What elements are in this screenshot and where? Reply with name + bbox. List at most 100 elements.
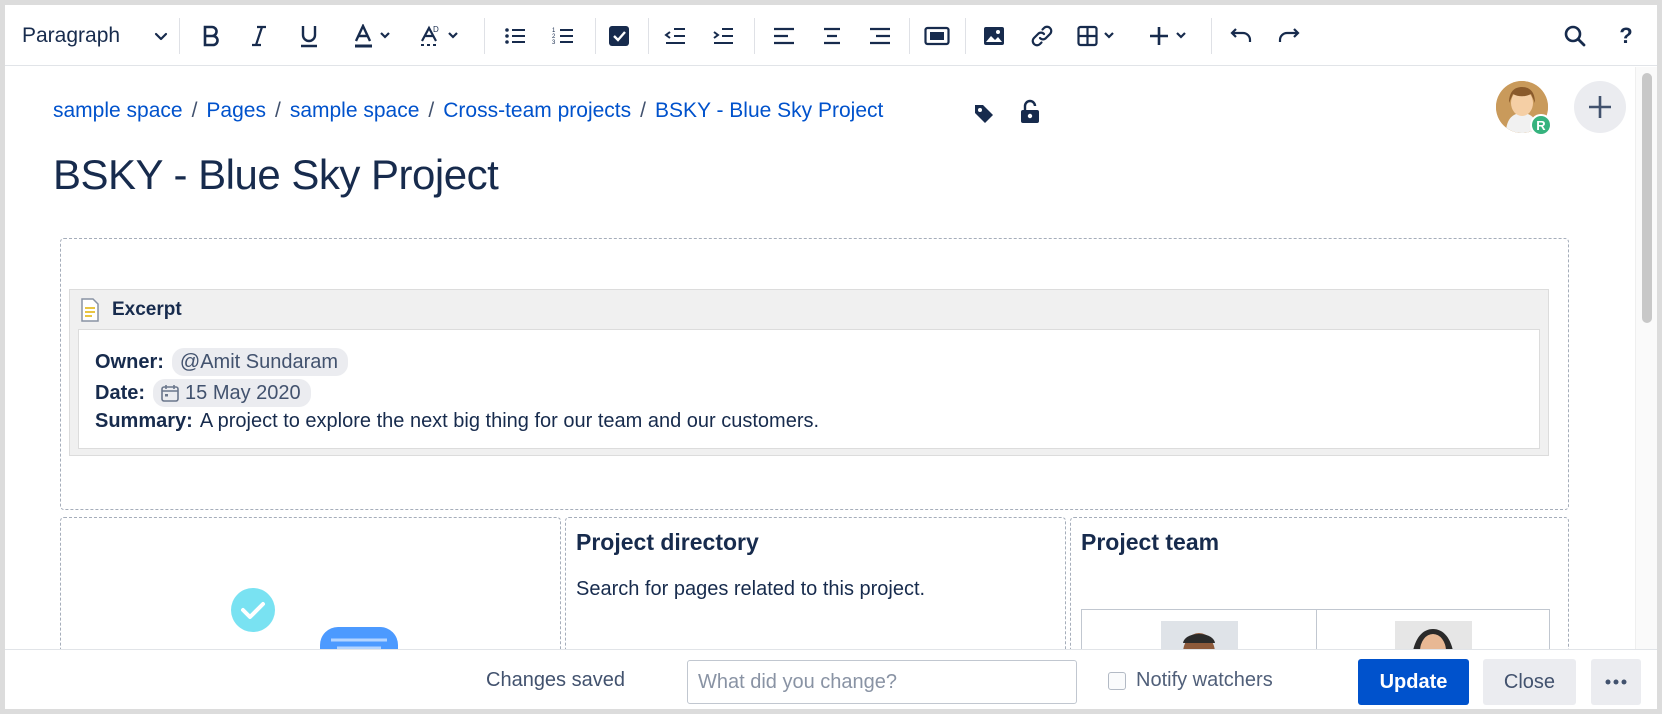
- excerpt-body[interactable]: Owner: @Amit Sundaram Date: 15 May 2020 …: [78, 329, 1540, 449]
- link-icon: [1030, 24, 1054, 48]
- undo-icon: [1230, 27, 1252, 45]
- align-left-button[interactable]: [768, 19, 800, 53]
- breadcrumb-link-pages[interactable]: Pages: [206, 99, 266, 123]
- undo-button[interactable]: [1225, 19, 1257, 53]
- bold-icon: [201, 25, 221, 47]
- find-button[interactable]: [1559, 19, 1591, 53]
- owner-label: Owner:: [95, 350, 164, 373]
- table-icon: [1077, 25, 1121, 47]
- task-button[interactable]: [603, 19, 635, 53]
- add-collaborator-button[interactable]: [1574, 81, 1626, 133]
- align-right-icon: [869, 26, 891, 46]
- help-icon: ?: [1619, 23, 1633, 48]
- underline-button[interactable]: [293, 19, 325, 53]
- insert-more-button[interactable]: [1145, 19, 1197, 53]
- scrollbar-thumb[interactable]: [1642, 73, 1652, 323]
- illustration-image[interactable]: [225, 585, 405, 649]
- avatar-status-badge: R: [1530, 114, 1552, 136]
- page-title[interactable]: BSKY - Blue Sky Project: [53, 151, 499, 199]
- save-status-text: Changes saved: [486, 669, 625, 691]
- image-icon: [983, 26, 1005, 46]
- clear-format-icon: D: [419, 24, 465, 48]
- summary-text: A project to explore the next big thing …: [199, 410, 820, 432]
- close-button[interactable]: Close: [1483, 659, 1576, 705]
- breadcrumb-separator: /: [640, 99, 646, 122]
- toolbar-separator: [909, 18, 910, 54]
- breadcrumb-separator: /: [428, 99, 435, 122]
- directory-title: Project directory: [576, 529, 759, 555]
- user-mention-chip[interactable]: @Amit Sundaram: [171, 348, 349, 376]
- outdent-button[interactable]: [659, 19, 691, 53]
- team-title: Project team: [1081, 529, 1220, 555]
- label-tag-icon[interactable]: [973, 103, 995, 125]
- team-table: [1081, 609, 1550, 649]
- breadcrumb-link-space[interactable]: sample space: [53, 99, 183, 123]
- update-button[interactable]: Update: [1358, 659, 1469, 705]
- more-icon: [1605, 679, 1627, 685]
- restrictions-unlock-icon[interactable]: [1019, 99, 1041, 125]
- redo-button[interactable]: [1273, 19, 1305, 53]
- team-member-photo: [1161, 621, 1238, 649]
- search-icon: [1564, 25, 1586, 47]
- notify-watchers-option[interactable]: Notify watchers: [1108, 669, 1273, 692]
- excerpt-header: Excerpt: [80, 298, 182, 322]
- breadcrumb-link-current[interactable]: BSKY - Blue Sky Project: [655, 99, 883, 123]
- chevron-down-icon: [154, 29, 168, 43]
- date-chip[interactable]: 15 May 2020: [153, 379, 311, 407]
- directory-text: Search for pages related to this project…: [576, 578, 926, 600]
- clear-format-button[interactable]: D: [415, 19, 469, 53]
- excerpt-label: Excerpt: [112, 299, 182, 320]
- align-center-icon: [821, 26, 843, 46]
- bullet-list-button[interactable]: [499, 19, 531, 53]
- italic-button[interactable]: [243, 19, 275, 53]
- align-right-button[interactable]: [864, 19, 896, 53]
- date-value: 15 May 2020: [185, 381, 301, 404]
- page-layout-button[interactable]: [920, 19, 954, 53]
- numbered-list-icon: 123: [552, 26, 574, 46]
- align-left-icon: [773, 26, 795, 46]
- date-row: Date: 15 May 2020: [95, 379, 311, 407]
- notify-watchers-checkbox[interactable]: [1108, 671, 1126, 690]
- toolbar-separator: [179, 18, 180, 54]
- toolbar-separator: [965, 18, 966, 54]
- calendar-icon: [161, 384, 179, 402]
- italic-icon: [250, 25, 268, 47]
- align-center-button[interactable]: [816, 19, 848, 53]
- breadcrumb-separator: /: [191, 99, 198, 122]
- team-member-photo: [1395, 621, 1472, 649]
- indent-icon: [712, 26, 734, 46]
- bold-button[interactable]: [195, 19, 227, 53]
- vertical-scrollbar[interactable]: [1635, 67, 1657, 649]
- breadcrumb-link-space-home[interactable]: sample space: [290, 99, 420, 123]
- toolbar-separator: [595, 18, 596, 54]
- editor-footer: Changes saved Notify watchers Update Clo…: [5, 649, 1657, 709]
- breadcrumb-separator: /: [274, 99, 281, 122]
- layout-icon: [924, 26, 950, 46]
- editor-toolbar: Paragraph D 123 ?: [5, 5, 1657, 66]
- toolbar-separator: [754, 18, 755, 54]
- summary-row: Summary: A project to explore the next b…: [95, 410, 819, 433]
- date-label: Date:: [95, 381, 146, 404]
- breadcrumb-link-cross-team[interactable]: Cross-team projects: [443, 99, 631, 123]
- bullet-list-icon: [504, 26, 526, 46]
- excerpt-macro[interactable]: Excerpt Owner: @Amit Sundaram Date: 15 M…: [69, 289, 1549, 456]
- task-icon: [608, 25, 630, 47]
- svg-text:D: D: [433, 25, 439, 34]
- insert-link-button[interactable]: [1026, 19, 1058, 53]
- notify-watchers-label: Notify watchers: [1136, 669, 1273, 691]
- numbered-list-button[interactable]: 123: [547, 19, 579, 53]
- more-actions-button[interactable]: [1591, 659, 1641, 705]
- outdent-icon: [664, 26, 686, 46]
- toolbar-separator: [484, 18, 485, 54]
- toolbar-separator: [1211, 18, 1212, 54]
- insert-table-button[interactable]: [1073, 19, 1125, 53]
- change-comment-input[interactable]: [687, 660, 1077, 704]
- insert-image-button[interactable]: [978, 19, 1010, 53]
- paragraph-style-label: Paragraph: [22, 24, 121, 47]
- help-button[interactable]: ?: [1610, 19, 1642, 53]
- editor-content: sample space / Pages / sample space / Cr…: [5, 67, 1635, 649]
- paragraph-style-dropdown[interactable]: Paragraph: [22, 19, 172, 53]
- plus-icon: [1587, 94, 1613, 120]
- indent-button[interactable]: [707, 19, 739, 53]
- text-color-button[interactable]: [349, 19, 401, 53]
